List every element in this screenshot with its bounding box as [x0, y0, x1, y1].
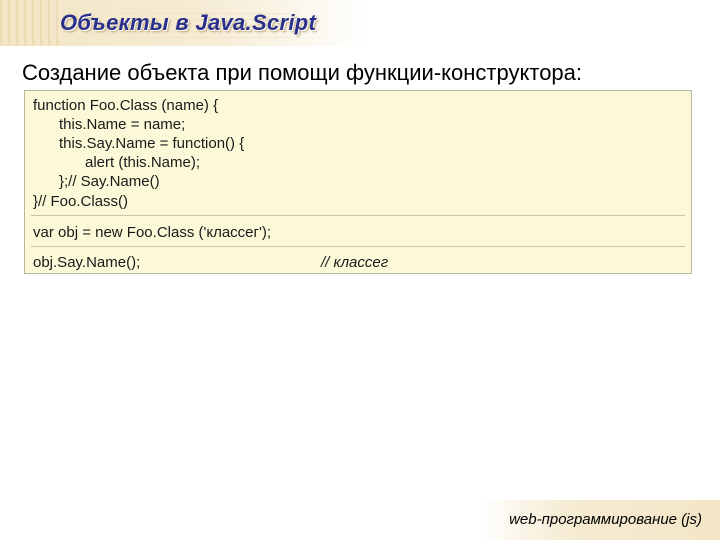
code-line-3: this.Say.Name = function() { [59, 135, 245, 152]
code-line-6: }// Foo.Class() [33, 193, 129, 210]
slide-footer: web-программирование (js) [509, 511, 702, 528]
code-line-1: function Foo.Class (name) { [33, 97, 219, 114]
code-var-line: var obj = new Foo.Class ('классег'); [33, 224, 272, 241]
slide-title: Объекты в Java.Script [60, 10, 317, 35]
code-line-4: alert (this.Name); [85, 154, 201, 171]
code-line-5: };// Say.Name() [59, 173, 160, 190]
paper-texture [0, 0, 60, 46]
code-call-comment: // классег [321, 254, 389, 271]
code-call-line: obj.Say.Name(); [33, 254, 141, 271]
code-block: function Foo.Class (name) { this.Name = … [24, 90, 692, 274]
slide-heading: Создание объекта при помощи функции-конс… [22, 60, 583, 85]
code-line-2: this.Name = name; [59, 116, 186, 133]
code-divider [31, 246, 685, 247]
code-divider [31, 215, 685, 216]
